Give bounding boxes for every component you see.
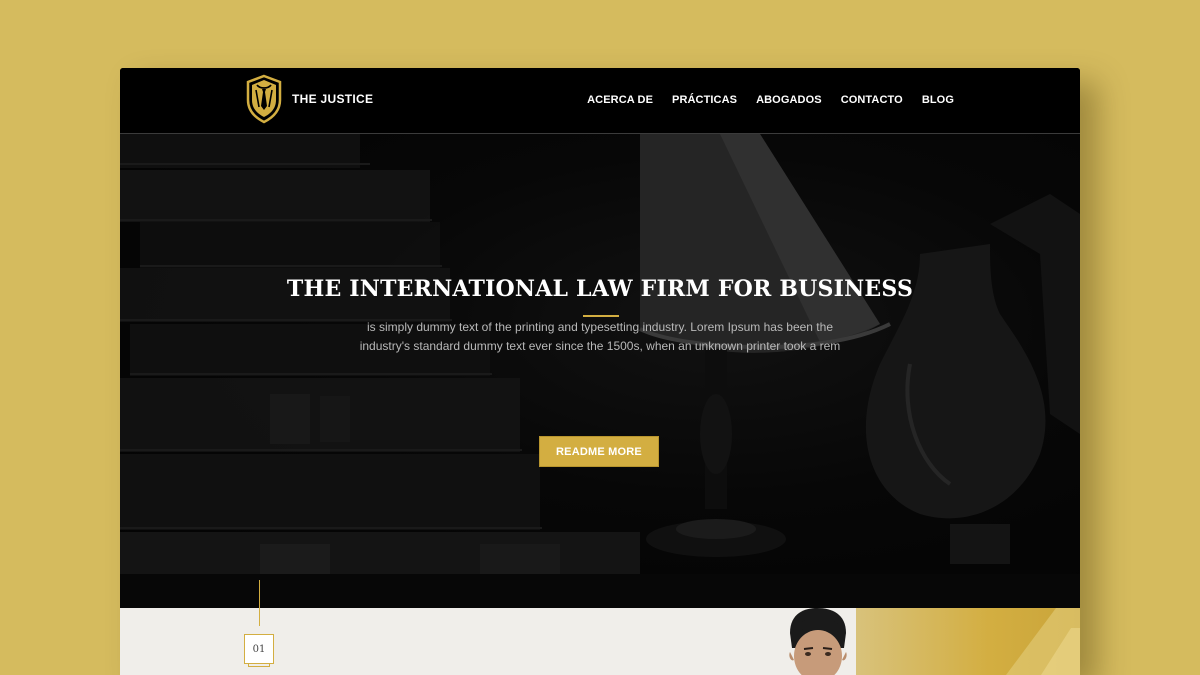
gold-accent-panel <box>856 608 1080 675</box>
main-nav: ACERCA DE PRÁCTICAS ABOGADOS CONTACTO BL… <box>587 94 954 106</box>
hero-subtitle-line-2: industry's standard dummy text ever sinc… <box>359 339 841 353</box>
timeline-connector <box>259 580 260 626</box>
lawyer-photo <box>789 608 847 675</box>
site-header: THE JUSTICE ACERCA DE PRÁCTICAS ABOGADOS… <box>120 68 1080 134</box>
hero-subtitle-line-1: is simply dummy text of the printing and… <box>366 320 833 334</box>
nav-item-practicas[interactable]: PRÁCTICAS <box>672 94 737 106</box>
website-window: THE JUSTICE ACERCA DE PRÁCTICAS ABOGADOS… <box>120 68 1080 675</box>
hero-section: THE INTERNATIONAL LAW FIRM FOR BUSINESS … <box>120 134 1080 608</box>
brand-name: THE JUSTICE <box>292 92 374 106</box>
hero-divider <box>583 315 619 317</box>
hero-overlay <box>120 134 1080 608</box>
brand-logo[interactable]: THE JUSTICE <box>244 73 373 125</box>
step-number-badge: 01 <box>244 634 274 667</box>
nav-item-contacto[interactable]: CONTACTO <box>841 94 903 106</box>
nav-item-abogados[interactable]: ABOGADOS <box>756 94 822 106</box>
hero-subtitle: is simply dummy text of the printing and… <box>120 318 1080 356</box>
column-decoration <box>1006 608 1080 675</box>
shield-tie-icon <box>246 74 282 124</box>
nav-item-blog[interactable]: BLOG <box>922 94 954 106</box>
hero-title: THE INTERNATIONAL LAW FIRM FOR BUSINESS <box>286 276 914 302</box>
readme-more-button[interactable]: README MORE <box>539 436 659 467</box>
nav-item-acerca-de[interactable]: ACERCA DE <box>587 94 653 106</box>
